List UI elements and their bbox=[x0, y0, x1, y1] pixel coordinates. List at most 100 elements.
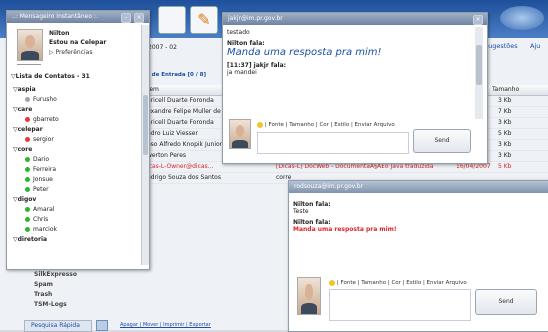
mail-from: exandre Felipe Muller de bbox=[147, 108, 221, 115]
mail-size: 7 Kb bbox=[498, 108, 512, 115]
contact-name: sergior bbox=[33, 136, 54, 143]
chat2-titlebar[interactable]: rodsouza@im.pr.gov.br bbox=[289, 181, 548, 193]
scroll-thumb[interactable] bbox=[143, 95, 148, 155]
messenger-titlebar[interactable]: ..: Mensageiro Instantâneo :. – × bbox=[7, 11, 149, 23]
message-sender: Nilton fala: bbox=[293, 219, 331, 226]
chat1-message-area: testado Nilton fala: Manda uma resposta pr… bbox=[227, 29, 473, 117]
contact-item[interactable]: Amaral bbox=[13, 205, 139, 215]
chat1-photo bbox=[229, 119, 251, 149]
message-text: testado bbox=[227, 29, 250, 36]
app-icon-2[interactable]: ✎ bbox=[190, 6, 218, 34]
chat1-send-button[interactable]: Send bbox=[413, 129, 471, 153]
group-name: core bbox=[17, 146, 33, 153]
contacts-scrollbar[interactable] bbox=[141, 25, 149, 265]
mail-size: 5 Kb bbox=[498, 163, 512, 170]
chat2-toolbar-label[interactable]: | Fonte | Tamanho | Cor | Estilo | Envia… bbox=[337, 280, 467, 286]
folder-list: SilkExpresso Spam Trash TSM-Logs bbox=[34, 270, 144, 310]
contacts-header-label: Lista de Contatos - 31 bbox=[15, 73, 90, 80]
messenger-window: ..: Mensageiro Instantâneo :. – × Nilton… bbox=[6, 10, 150, 270]
minimize-button[interactable]: – bbox=[121, 13, 131, 23]
message-text: ja mandei bbox=[227, 69, 257, 76]
folder-item[interactable]: SilkExpresso bbox=[34, 270, 144, 280]
messenger-title: ..: Mensageiro Instantâneo :. bbox=[12, 13, 98, 20]
suggestions-link[interactable]: Sugestões bbox=[484, 42, 518, 50]
chat2-send-button[interactable]: Send bbox=[475, 289, 537, 315]
status-online-icon bbox=[25, 187, 30, 192]
chat1-scroll-thumb[interactable] bbox=[476, 45, 482, 85]
emoticon-icon[interactable] bbox=[257, 121, 263, 128]
quick-search-button[interactable]: Pesquisa Rápida bbox=[24, 320, 92, 332]
contact-list: ▽aspia Furusho ▽care gbarreto ▽celepar sergio… bbox=[13, 85, 139, 245]
close-button[interactable]: × bbox=[134, 13, 144, 23]
status-online-icon bbox=[25, 217, 30, 222]
contact-group[interactable]: ▽diretoria bbox=[13, 235, 139, 245]
contact-name: Peter bbox=[33, 186, 49, 193]
contact-group[interactable]: ▽aspia bbox=[13, 85, 139, 95]
folder-item[interactable]: TSM-Logs bbox=[34, 300, 144, 310]
mail-from: aricell Duarte Foronda bbox=[147, 97, 214, 104]
folder-item[interactable]: Spam bbox=[34, 280, 144, 290]
status-busy-icon bbox=[25, 137, 30, 142]
status-offline-icon bbox=[25, 97, 30, 102]
contact-group[interactable]: ▽celepar bbox=[13, 125, 139, 135]
chat-window-jakjr: jakjr@im.pr.gov.br × testado Nilton fala:… bbox=[222, 12, 488, 164]
contact-item[interactable]: marciok bbox=[13, 225, 139, 235]
mail-from: icas-L-Owner@dicas... bbox=[147, 163, 214, 170]
contact-item[interactable]: Peter bbox=[13, 185, 139, 195]
mail-from: edro Luiz Viesser bbox=[147, 130, 198, 137]
chat2-toolbar[interactable]: | Fonte | Tamanho | Cor | Estilo | Envia… bbox=[329, 279, 529, 288]
message-text: Teste bbox=[293, 208, 309, 215]
contact-name: Jonsue bbox=[33, 176, 53, 183]
mail-actions[interactable]: Apagar | Mover | Imprimir | Exportar bbox=[120, 322, 211, 328]
contact-item[interactable]: Dario bbox=[13, 155, 139, 165]
mail-from: odrigo Souza dos Santos bbox=[147, 174, 221, 181]
emoticon-icon[interactable] bbox=[329, 279, 335, 286]
chat1-close-button[interactable]: × bbox=[473, 15, 483, 25]
mail-from: aricell Duarte Foronda bbox=[147, 119, 214, 126]
chat2-title: rodsouza@im.pr.gov.br bbox=[294, 183, 364, 190]
message-sender: Nilton fala: bbox=[227, 40, 265, 47]
contact-item[interactable]: Chris bbox=[13, 215, 139, 225]
contact-group[interactable]: ▽care bbox=[13, 105, 139, 115]
calendar-icon[interactable] bbox=[96, 320, 108, 331]
contact-item[interactable]: sergior bbox=[13, 135, 139, 145]
group-name: care bbox=[17, 106, 33, 113]
folder-item[interactable]: Trash bbox=[34, 290, 144, 300]
chat1-input[interactable] bbox=[257, 132, 409, 154]
contact-group[interactable]: ▽digov bbox=[13, 195, 139, 205]
mail-size: 3 Kb bbox=[498, 97, 512, 104]
contact-name: marciok bbox=[33, 226, 57, 233]
contact-item[interactable]: gbarreto bbox=[13, 115, 139, 125]
preferences-link[interactable]: ▷ Preferências bbox=[49, 49, 92, 56]
contact-item[interactable]: Jonsue bbox=[13, 175, 139, 185]
chat1-toolbar-label[interactable]: | Fonte | Tamanho | Cor | Estilo | Envia… bbox=[265, 122, 395, 128]
col-size[interactable]: Tamanho bbox=[492, 86, 519, 93]
logo-swirl bbox=[500, 6, 544, 30]
chat-window-rodsouza: rodsouza@im.pr.gov.br Nilton fala: Teste N… bbox=[288, 180, 548, 332]
message-text: Manda uma resposta pra mim! bbox=[227, 47, 382, 58]
help-link[interactable]: Aju bbox=[530, 42, 540, 50]
contact-name: Furusho bbox=[33, 96, 57, 103]
chat1-scrollbar[interactable] bbox=[475, 27, 483, 119]
message-sender: [11:37] jakjr fala: bbox=[227, 62, 287, 69]
inbox-label: a de Entrada [0 / 8] bbox=[146, 72, 207, 78]
chat2-input[interactable] bbox=[329, 289, 471, 321]
contact-group[interactable]: ▽core bbox=[13, 145, 139, 155]
group-name: diretoria bbox=[17, 236, 48, 243]
contact-item[interactable]: Furusho bbox=[13, 95, 139, 105]
chat1-titlebar[interactable]: jakjr@im.pr.gov.br × bbox=[223, 13, 487, 25]
app-icon-1[interactable] bbox=[158, 6, 186, 34]
user-name: Nilton bbox=[49, 30, 70, 37]
contact-item[interactable]: Ferreira bbox=[13, 165, 139, 175]
message-sender: Nilton fala: bbox=[293, 201, 331, 208]
mail-date-label: 2007 - 02 bbox=[148, 44, 177, 51]
divider bbox=[17, 64, 41, 65]
mail-size: 3 Kb bbox=[498, 152, 512, 159]
chat2-photo bbox=[297, 277, 321, 315]
quick-search-label: Pesquisa Rápida bbox=[31, 322, 80, 329]
chat2-message-area: Nilton fala: Teste Nilton fala: Manda uma r… bbox=[293, 197, 539, 277]
contacts-header[interactable]: ▽Lista de Contatos - 31 bbox=[11, 73, 90, 80]
status-online-icon bbox=[25, 167, 30, 172]
user-status[interactable]: Estou na Celepar bbox=[49, 39, 106, 46]
chat1-title: jakjr@im.pr.gov.br bbox=[228, 15, 283, 22]
